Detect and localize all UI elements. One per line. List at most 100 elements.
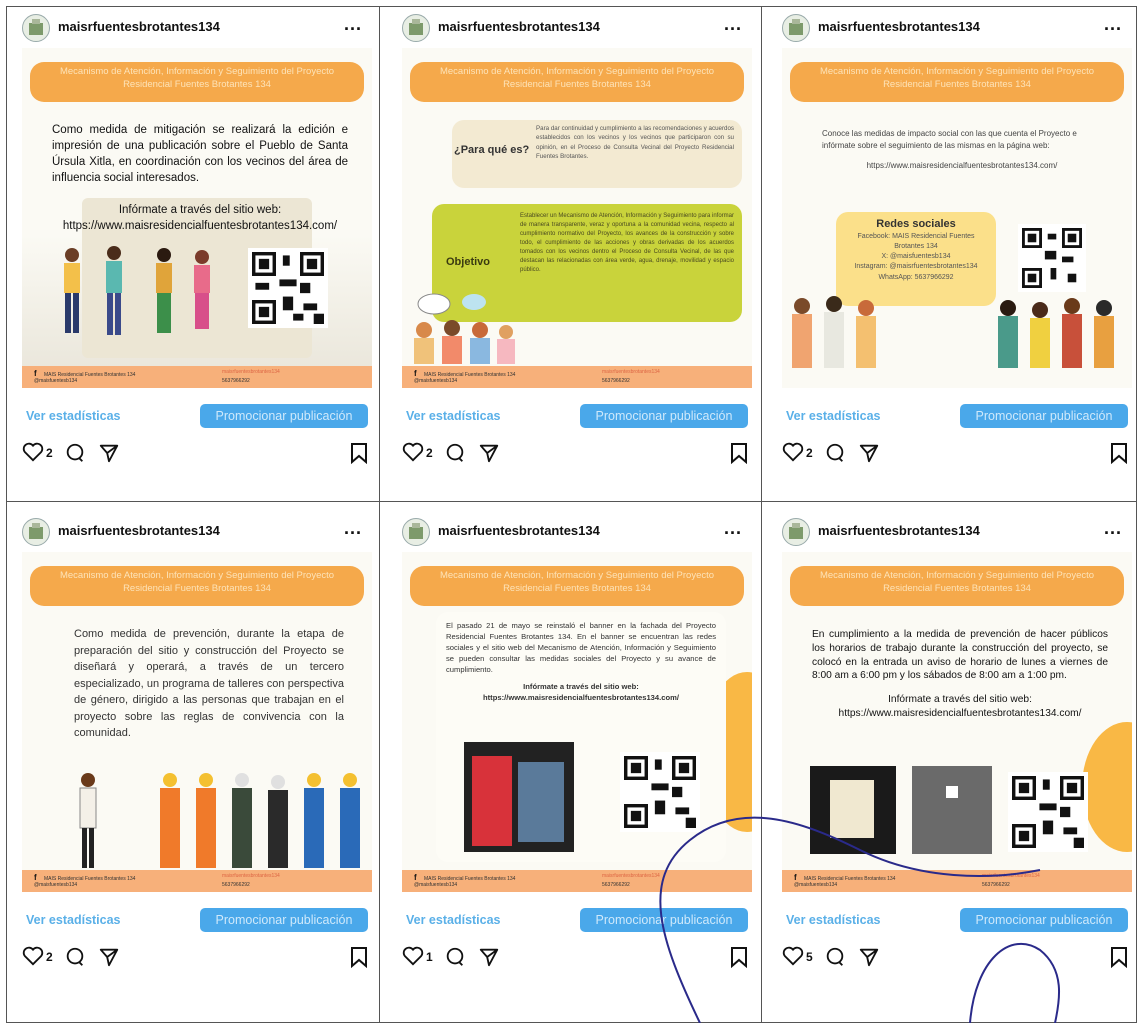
website-url: https://www.maisresidencialfuentesbrotan… (866, 161, 1058, 170)
post-actions: Ver estadísticas Promocionar publicación (22, 908, 372, 934)
social-line: X: @maisfuentesb134 (881, 253, 951, 261)
post-image[interactable]: Mecanismo de Atención, Información y Seg… (22, 552, 372, 892)
website-url: https://www.maisresidencialfuentesbrotan… (62, 220, 338, 233)
more-options-icon[interactable]: ... (344, 14, 362, 35)
post-footer: f MAIS Residencial Fuentes Brotantes 134 … (402, 870, 752, 892)
post-image[interactable]: Mecanismo de Atención, Información y Seg… (402, 552, 752, 892)
username[interactable]: maisrfuentesbrotantes134 (438, 523, 600, 538)
username[interactable]: maisrfuentesbrotantes134 (58, 19, 220, 34)
more-options-icon[interactable]: ... (724, 518, 742, 539)
view-stats-link[interactable]: Ver estadísticas (406, 913, 501, 927)
more-options-icon[interactable]: ... (1104, 14, 1122, 35)
post-header: maisrfuentesbrotantes134 ... (22, 518, 362, 548)
social-lines: Facebook: MAIS Residencial Fuentes Brota… (836, 232, 996, 283)
share-icon[interactable] (858, 442, 880, 464)
facebook-icon: f (34, 873, 37, 882)
view-stats-link[interactable]: Ver estadísticas (26, 913, 121, 927)
share-icon[interactable] (98, 442, 120, 464)
people-illustration (64, 246, 210, 335)
footer-handle: @maisfuentesb134 (34, 882, 78, 888)
avatar[interactable] (22, 518, 50, 546)
share-icon[interactable] (478, 946, 500, 968)
footer-email: maisrfuentesbrotantes134 (222, 369, 280, 375)
more-options-icon[interactable]: ... (1104, 518, 1122, 539)
view-stats-link[interactable]: Ver estadísticas (406, 409, 501, 423)
info-label: Infórmate a través del sitio web: (118, 204, 282, 217)
avatar[interactable] (782, 14, 810, 42)
facebook-icon: f (34, 369, 37, 378)
heart-icon[interactable] (402, 946, 424, 966)
more-options-icon[interactable]: ... (344, 518, 362, 539)
promote-button[interactable]: Promocionar publicación (580, 908, 748, 932)
post-body: Conoce las medidas de impacto social con… (822, 129, 1077, 150)
bookmark-icon[interactable] (730, 442, 748, 464)
banner-title: Mecanismo de Atención, Información y Seg… (410, 62, 744, 102)
view-stats-link[interactable]: Ver estadísticas (786, 913, 881, 927)
comment-icon[interactable] (824, 946, 846, 968)
post-image[interactable]: Mecanismo de Atención, Información y Seg… (782, 552, 1132, 892)
post-card: maisrfuentesbrotantes134 ... Mecanismo d… (388, 512, 760, 1012)
username[interactable]: maisrfuentesbrotantes134 (818, 523, 980, 538)
comment-icon[interactable] (824, 442, 846, 464)
heart-icon[interactable] (22, 946, 44, 966)
post-card: maisrfuentesbrotantes134 ... Mecanismo d… (768, 8, 1140, 498)
website-url: https://www.maisresidencialfuentesbrotan… (483, 693, 679, 702)
username[interactable]: maisrfuentesbrotantes134 (818, 19, 980, 34)
footer-handle: @maisfuentesb134 (414, 882, 458, 888)
footer-email: maisrfuentesbrotantes134 (222, 873, 280, 879)
comment-icon[interactable] (444, 946, 466, 968)
engagement-bar: 1 (402, 946, 752, 970)
username[interactable]: maisrfuentesbrotantes134 (58, 523, 220, 538)
view-stats-link[interactable]: Ver estadísticas (786, 409, 881, 423)
post-text-block: Conoce las medidas de impacto social con… (822, 128, 1102, 172)
social-line: WhatsApp: 5637966292 (878, 273, 954, 281)
view-stats-link[interactable]: Ver estadísticas (26, 409, 121, 423)
promote-button[interactable]: Promocionar publicación (200, 908, 368, 932)
comment-icon[interactable] (64, 442, 86, 464)
objective-text: Establecer un Mecanismo de Atención, Inf… (520, 213, 734, 273)
post-image[interactable]: Mecanismo de Atención, Información y Seg… (402, 48, 752, 388)
post-image[interactable]: Mecanismo de Atención, Información y Seg… (22, 48, 372, 388)
comment-icon[interactable] (64, 946, 86, 968)
footer-email: maisrfuentesbrotantes134 (602, 873, 660, 879)
promote-button[interactable]: Promocionar publicación (200, 404, 368, 428)
promote-button[interactable]: Promocionar publicación (960, 404, 1128, 428)
engagement-bar: 2 (402, 442, 752, 466)
post-body: Como medida de prevención, durante la et… (74, 628, 344, 739)
heart-icon[interactable] (782, 442, 804, 462)
heart-icon[interactable] (22, 442, 44, 462)
engagement-bar: 2 (782, 442, 1132, 466)
like-count: 1 (426, 950, 433, 964)
comment-icon[interactable] (444, 442, 466, 464)
banner-title: Mecanismo de Atención, Información y Seg… (30, 566, 364, 606)
bookmark-icon[interactable] (730, 946, 748, 968)
bookmark-icon[interactable] (1110, 946, 1128, 968)
post-footer: f MAIS Residencial Fuentes Brotantes 134 … (402, 366, 752, 388)
share-icon[interactable] (478, 442, 500, 464)
footer-email: maisrfuentesbrotantes134 (982, 873, 1040, 879)
more-options-icon[interactable]: ... (724, 14, 742, 35)
bookmark-icon[interactable] (1110, 442, 1128, 464)
promote-button[interactable]: Promocionar publicación (960, 908, 1128, 932)
avatar[interactable] (782, 518, 810, 546)
avatar[interactable] (22, 14, 50, 42)
share-icon[interactable] (858, 946, 880, 968)
bookmark-icon[interactable] (350, 442, 368, 464)
share-icon[interactable] (98, 946, 120, 968)
post-card: maisrfuentesbrotantes134 ... Mecanismo d… (8, 8, 380, 498)
facebook-icon: f (414, 369, 417, 378)
engagement-bar: 2 (22, 946, 372, 970)
post-image[interactable]: Mecanismo de Atención, Información y Seg… (782, 48, 1132, 388)
heart-icon[interactable] (402, 442, 424, 462)
promote-button[interactable]: Promocionar publicación (580, 404, 748, 428)
footer-phone: 5637966292 (602, 882, 630, 888)
heart-icon[interactable] (782, 946, 804, 966)
like-count: 2 (46, 950, 53, 964)
bookmark-icon[interactable] (350, 946, 368, 968)
avatar[interactable] (402, 14, 430, 42)
footer-phone: 5637966292 (222, 882, 250, 888)
username[interactable]: maisrfuentesbrotantes134 (438, 19, 600, 34)
post-header: maisrfuentesbrotantes134 ... (22, 14, 362, 44)
avatar[interactable] (402, 518, 430, 546)
people-illustration (792, 296, 1114, 368)
